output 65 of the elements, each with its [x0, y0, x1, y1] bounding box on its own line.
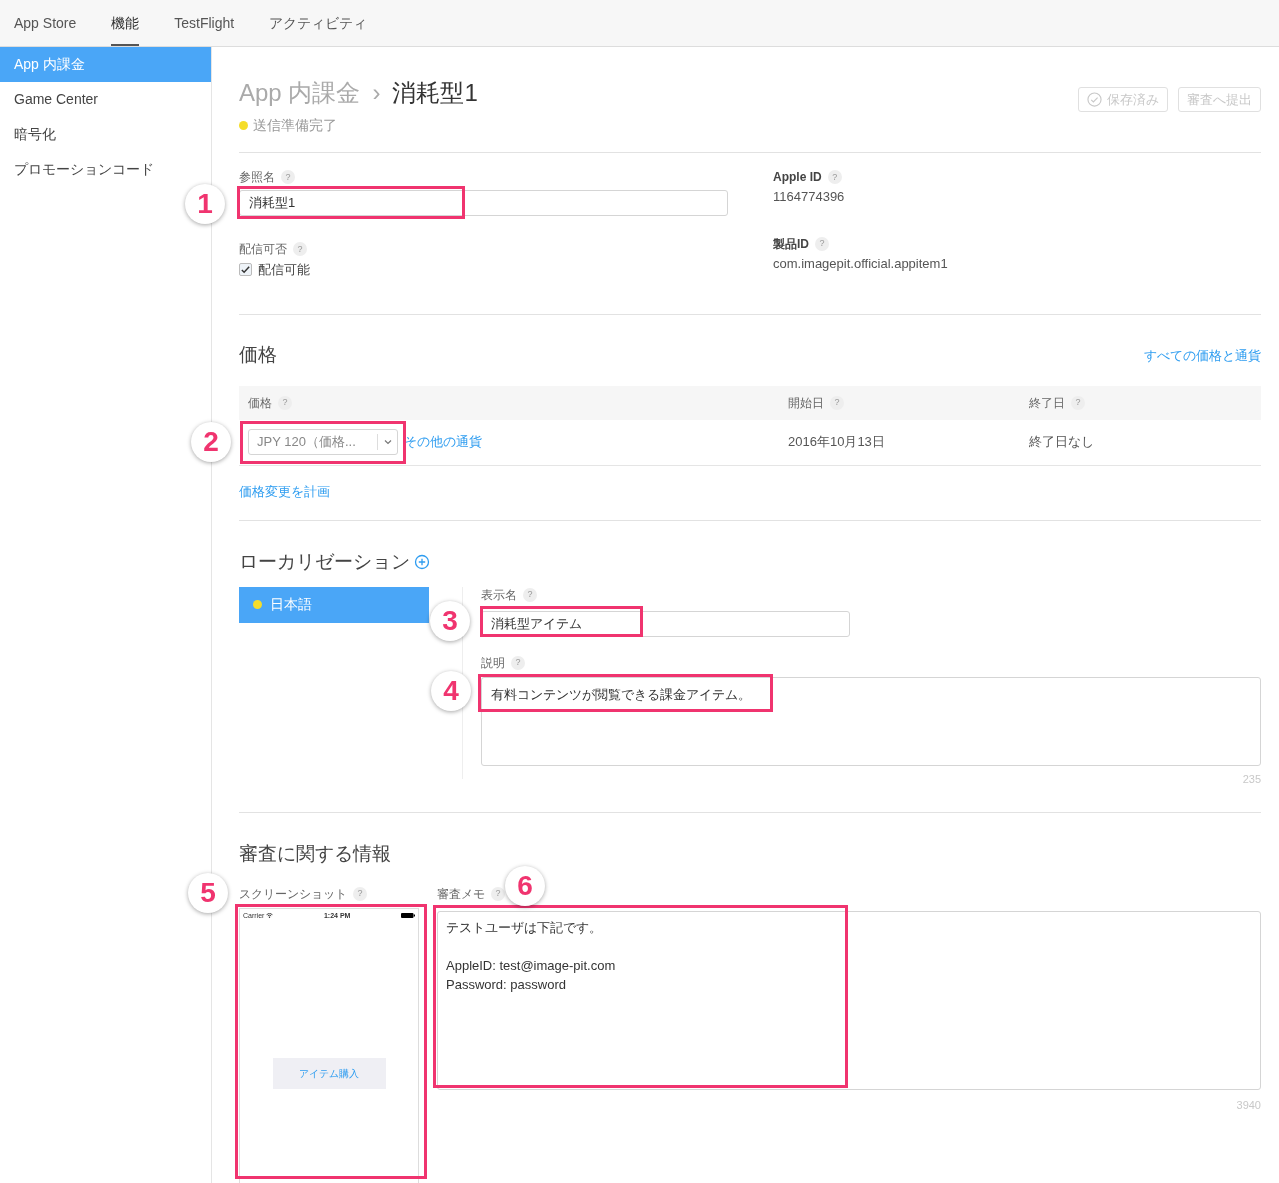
checkmark-icon: [240, 264, 251, 276]
display-name-field[interactable]: 消耗型アイテム: [481, 610, 850, 637]
product-id-value: com.imagepit.official.appitem1: [773, 254, 948, 273]
checkbox-label: 配信可能: [258, 261, 310, 279]
callout-number: 4: [431, 670, 471, 711]
field-label: 説明: [481, 656, 505, 669]
other-currency-link[interactable]: その他の通貨: [404, 432, 482, 452]
add-icon[interactable]: [414, 554, 430, 571]
field-label: 参照名: [239, 171, 275, 183]
callout-number: 5: [188, 872, 228, 913]
nav-tab[interactable]: アクティビティ: [269, 0, 368, 46]
sidebar-item[interactable]: App 内課金: [0, 47, 211, 82]
breadcrumb-link[interactable]: App 内課金: [239, 75, 361, 111]
description-field[interactable]: 有料コンテンツが閲覧できる課金アイテム。: [481, 676, 1261, 766]
field-label: 配信可否: [239, 243, 287, 255]
help-button[interactable]: ?: [523, 587, 537, 602]
all-prices-link[interactable]: すべての価格と通貨: [1144, 345, 1261, 365]
field-label: 開始日: [788, 396, 824, 409]
plan-price-change-link[interactable]: 価格変更を計画: [239, 481, 1261, 501]
section-heading: ローカリゼーション: [239, 550, 410, 574]
sidebar-item[interactable]: プロモーションコード: [0, 152, 211, 187]
section-heading: 審査に関する情報: [239, 843, 391, 864]
checkmark-icon: [1087, 92, 1102, 107]
nav-tab[interactable]: TestFlight: [174, 0, 235, 46]
field-label: スクリーンショット: [239, 887, 347, 900]
callout-number: 6: [505, 865, 545, 906]
section-heading: 価格: [239, 343, 277, 367]
battery-icon: [401, 913, 415, 919]
language-name: 日本語: [270, 595, 312, 614]
field-label: 審査メモ: [437, 887, 485, 900]
breadcrumb-separator: ›: [372, 78, 381, 108]
help-button[interactable]: ?: [511, 655, 525, 670]
help-button[interactable]: ?: [278, 395, 292, 410]
help-button[interactable]: ?: [353, 886, 367, 901]
review-notes-field[interactable]: テストユーザは下記です。 AppleID: test@image-pit.com Password: password: [437, 910, 1261, 1090]
field-label: 価格: [248, 396, 272, 409]
callout-number: 1: [185, 184, 225, 224]
reference-name-field[interactable]: 消耗型1: [239, 190, 728, 216]
language-item[interactable]: 日本語: [239, 586, 429, 623]
help-button[interactable]: ?: [830, 395, 844, 410]
sidebar-item[interactable]: Game Center: [0, 82, 211, 117]
help-button[interactable]: ?: [815, 236, 829, 251]
apple-id-value: 1164774396: [773, 188, 846, 206]
nav-tab[interactable]: App Store: [14, 0, 77, 46]
chevron-down-icon: [383, 439, 392, 445]
field-label: Apple ID: [773, 171, 822, 183]
page-title: 消耗型1: [392, 78, 478, 108]
purchase-button[interactable]: アイテム購入: [272, 1058, 386, 1089]
help-button[interactable]: ?: [491, 886, 505, 901]
wifi-icon: [266, 913, 274, 919]
status-text: 送信準備完了: [253, 116, 337, 135]
table-cell-text: 2016年10月13日: [788, 433, 886, 452]
help-button[interactable]: ?: [281, 170, 295, 184]
help-button[interactable]: ?: [293, 242, 307, 256]
table-cell-text: 終了日なし: [1029, 433, 1094, 452]
field-label: 終了日: [1029, 396, 1065, 409]
callout-number: 2: [191, 422, 231, 462]
checkbox[interactable]: [239, 263, 252, 277]
field-label: 表示名: [481, 588, 517, 601]
sidebar-item[interactable]: 暗号化: [0, 117, 211, 152]
price-select[interactable]: JPY 120（価格...: [248, 429, 398, 455]
callout-number: 3: [430, 600, 470, 641]
help-button[interactable]: ?: [1071, 395, 1085, 410]
help-button[interactable]: ?: [827, 170, 842, 184]
field-label: 製品ID: [773, 237, 809, 250]
